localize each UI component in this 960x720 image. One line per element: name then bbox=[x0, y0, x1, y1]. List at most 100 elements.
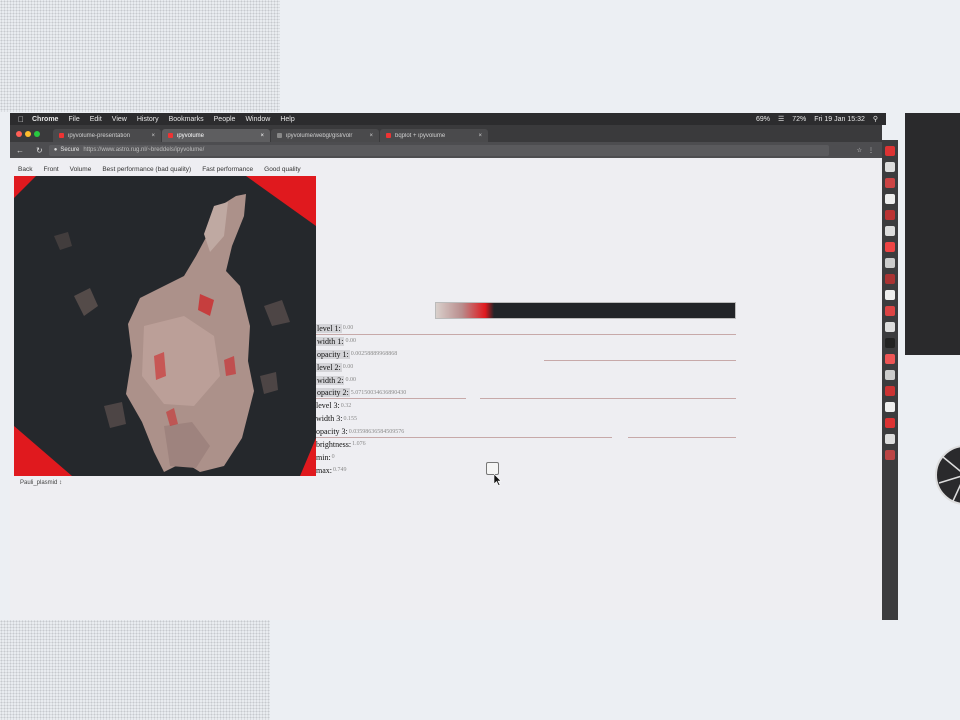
control-row-level-3: level 3: 0.32 bbox=[316, 399, 736, 412]
volume-view-button[interactable]: Volume bbox=[70, 166, 92, 173]
menu-item-edit[interactable]: Edit bbox=[90, 116, 102, 123]
dock-app-icon[interactable] bbox=[885, 194, 895, 204]
control-label: width 3: bbox=[316, 414, 343, 424]
control-value-slider[interactable]: 0 bbox=[332, 454, 335, 460]
front-view-button[interactable]: Front bbox=[43, 166, 58, 173]
tab-favicon bbox=[386, 133, 391, 138]
browser-tab-bar: ipyvolume-presentation × ipyvolume × ipy… bbox=[10, 125, 882, 142]
mouse-cursor-icon bbox=[494, 474, 502, 486]
tab-label: ipyvolume-presentation bbox=[68, 132, 131, 139]
tab-label: ipyvolume bbox=[177, 132, 205, 139]
zoom-window-button[interactable] bbox=[34, 131, 40, 137]
dock-app-icon[interactable] bbox=[885, 242, 895, 252]
window-controls bbox=[16, 131, 43, 137]
tab-label: ipyvolume/webgl/glsl/volr bbox=[286, 132, 353, 139]
control-value-slider[interactable]: 0.00 bbox=[345, 338, 356, 344]
battery-percent[interactable]: 72% bbox=[792, 116, 806, 123]
menu-item-window[interactable]: Window bbox=[245, 116, 270, 123]
control-value-slider[interactable]: 0.00 bbox=[343, 325, 354, 331]
back-view-button[interactable]: Back bbox=[18, 166, 32, 173]
control-row-brightness: brightness: 1.076 bbox=[316, 438, 736, 451]
control-value-slider[interactable]: 0.00 bbox=[345, 377, 356, 383]
tab-bqplot-ipyvolume[interactable]: bqplot + ipyvolume × bbox=[380, 129, 488, 142]
dock-app-icon[interactable] bbox=[885, 402, 895, 412]
tab-close-icon[interactable]: × bbox=[151, 133, 155, 139]
tab-close-icon[interactable]: × bbox=[369, 133, 373, 139]
dock-app-icon[interactable] bbox=[885, 178, 895, 188]
menu-item-history[interactable]: History bbox=[137, 116, 159, 123]
control-row-min: min: 0 bbox=[316, 451, 736, 464]
dither-pattern-bottom-left bbox=[0, 620, 270, 720]
control-label: opacity 3: bbox=[316, 427, 348, 437]
dock-app-icon[interactable] bbox=[885, 226, 895, 236]
url-text: https://www.astro.rug.nl/~breddels/ipyvo… bbox=[83, 147, 205, 153]
dock-app-icon[interactable] bbox=[885, 354, 895, 364]
control-row-max: max: 0.749 bbox=[316, 464, 736, 477]
tab-close-icon[interactable]: × bbox=[260, 133, 264, 139]
menu-item-view[interactable]: View bbox=[112, 116, 127, 123]
reload-icon[interactable]: ↻ bbox=[36, 146, 43, 155]
tab-close-icon[interactable]: × bbox=[478, 133, 482, 139]
transfer-function-bar[interactable] bbox=[435, 302, 736, 319]
view-toolbar: Back Front Volume Best performance (bad … bbox=[18, 166, 312, 173]
colormap-select[interactable]: Pauli_plasmid ↕ bbox=[20, 480, 62, 486]
volume-controls: level 1: 0.00 width 1: 0.00 opacity 1: 0… bbox=[316, 322, 736, 477]
dock-app-icon[interactable] bbox=[885, 258, 895, 268]
control-label: level 1: bbox=[316, 323, 342, 333]
dock-app-icon[interactable] bbox=[885, 210, 895, 220]
best-performance-button[interactable]: Best performance (bad quality) bbox=[102, 166, 191, 173]
control-value-slider[interactable]: 1.076 bbox=[352, 441, 366, 447]
dock-app-icon[interactable] bbox=[885, 386, 895, 396]
dock-app-icon[interactable] bbox=[885, 162, 895, 172]
control-value-slider[interactable]: 0.155 bbox=[343, 416, 357, 422]
good-quality-button[interactable]: Good quality bbox=[264, 166, 301, 173]
control-row-opacity-2: opacity 2: 5.07150034636890430 bbox=[316, 386, 736, 400]
control-value-slider[interactable]: 0.03598636584509576 bbox=[349, 429, 405, 435]
control-row-level-2: level 2: 0.00 bbox=[316, 361, 736, 374]
control-row-opacity-1: opacity 1: 0.00258889968868 bbox=[316, 348, 736, 361]
menu-item-bookmarks[interactable]: Bookmarks bbox=[169, 116, 204, 123]
wifi-icon[interactable]: ☰ bbox=[778, 115, 784, 123]
control-row-opacity-3: opacity 3: 0.03598636584509576 bbox=[316, 425, 736, 439]
apple-icon[interactable]:  bbox=[18, 115, 24, 124]
tab-ipyvolume[interactable]: ipyvolume × bbox=[162, 129, 270, 142]
tab-ipyvolume-presentation[interactable]: ipyvolume-presentation × bbox=[53, 129, 161, 142]
minimize-window-button[interactable] bbox=[25, 131, 31, 137]
dock-app-icon[interactable] bbox=[885, 370, 895, 380]
dock-app-icon[interactable] bbox=[885, 418, 895, 428]
control-value-slider[interactable]: 5.07150034636890430 bbox=[351, 390, 407, 396]
menu-item-help[interactable]: Help bbox=[280, 116, 294, 123]
colormap-select-value: Pauli_plasmid bbox=[20, 480, 58, 486]
menu-clock[interactable]: Fri 19 Jan 15:32 bbox=[814, 116, 865, 123]
dock-app-icon[interactable] bbox=[885, 434, 895, 444]
volume-render-canvas[interactable] bbox=[14, 176, 316, 476]
menu-item-file[interactable]: File bbox=[68, 116, 79, 123]
control-value-slider[interactable]: 0.00258889968868 bbox=[351, 351, 398, 357]
search-icon[interactable]: ⚲ bbox=[873, 115, 878, 123]
close-window-button[interactable] bbox=[16, 131, 22, 137]
dock-app-icon[interactable] bbox=[885, 450, 895, 460]
mac-menu-bar:  Chrome File Edit View History Bookmark… bbox=[10, 113, 886, 125]
menu-item-people[interactable]: People bbox=[214, 116, 236, 123]
url-field[interactable]: ● Secure https://www.astro.rug.nl/~bredd… bbox=[48, 144, 829, 156]
back-arrow-icon[interactable]: ← bbox=[16, 146, 24, 155]
control-value-slider[interactable]: 0.00 bbox=[343, 364, 354, 370]
menu-app-name[interactable]: Chrome bbox=[32, 116, 58, 123]
dock-app-icon[interactable] bbox=[885, 306, 895, 316]
control-label: brightness: bbox=[316, 439, 352, 449]
control-row-width-3: width 3: 0.155 bbox=[316, 412, 736, 425]
control-value-slider[interactable]: 0.749 bbox=[333, 467, 347, 473]
fast-performance-button[interactable]: Fast performance bbox=[202, 166, 253, 173]
dock-app-icon[interactable] bbox=[885, 146, 895, 156]
status-percent: 69% bbox=[755, 115, 770, 123]
dock-app-icon[interactable] bbox=[885, 290, 895, 300]
dock-app-icon[interactable] bbox=[885, 322, 895, 332]
star-icon[interactable]: ☆ bbox=[857, 147, 862, 154]
control-value-slider[interactable]: 0.32 bbox=[341, 403, 352, 409]
dock-app-icon[interactable] bbox=[885, 338, 895, 348]
volume-render-image bbox=[14, 176, 316, 476]
menu-dots-icon[interactable]: ⋮ bbox=[868, 147, 874, 154]
dock-app-icon[interactable] bbox=[885, 274, 895, 284]
tab-ipyvolume-glsl[interactable]: ipyvolume/webgl/glsl/volr × bbox=[271, 129, 379, 142]
lock-icon: ● bbox=[53, 147, 58, 153]
